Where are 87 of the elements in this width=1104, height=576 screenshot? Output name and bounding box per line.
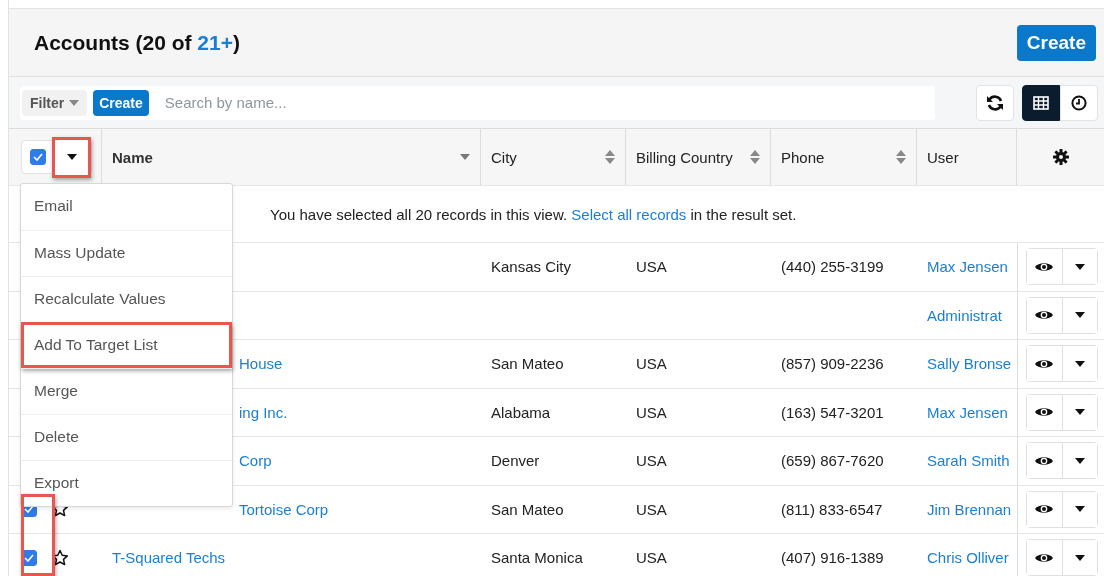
table-cell: (857) 909-2236	[781, 355, 884, 373]
refresh-button[interactable]	[976, 84, 1014, 121]
caret-icon	[1074, 457, 1085, 464]
table-cell: (659) 867-7620	[781, 452, 884, 470]
row-actions-button[interactable]	[1061, 394, 1097, 430]
table-cell: (440) 255-3199	[781, 258, 884, 276]
table-cell: (407) 916-1389	[781, 549, 884, 567]
checkmark-icon	[33, 153, 43, 161]
column-header[interactable]: Phone	[781, 148, 825, 166]
caret-icon	[1074, 506, 1085, 513]
caret-icon	[1074, 554, 1085, 561]
account-link[interactable]: Tortoise Corp	[239, 500, 329, 518]
bulk-actions-button[interactable]	[52, 136, 91, 178]
table-cell: USA	[636, 403, 667, 421]
user-link[interactable]: Max Jensen	[927, 258, 1008, 276]
filter-button[interactable]: Filter	[22, 89, 88, 116]
menu-item[interactable]: Recalculate Values	[21, 276, 232, 322]
table-cell: San Mateo	[491, 500, 564, 518]
account-link[interactable]: T-Squared Techs	[112, 549, 226, 567]
select-all-checkbox[interactable]	[30, 149, 46, 165]
table-cell: Alabama	[491, 403, 551, 421]
eye-icon	[1034, 309, 1054, 322]
eye-icon	[1034, 551, 1054, 564]
menu-item[interactable]: Export	[21, 460, 232, 506]
page-title: Accounts (20 of 21+)	[34, 30, 240, 55]
table-cell: USA	[636, 258, 667, 276]
menu-item[interactable]: Delete	[21, 414, 232, 460]
refresh-icon	[986, 93, 1004, 112]
column-header[interactable]: User	[927, 148, 959, 166]
column-header[interactable]: Billing Country	[636, 148, 733, 166]
table-cell: Kansas City	[491, 258, 572, 276]
user-link[interactable]: Sally Bronse	[927, 355, 1012, 373]
account-link[interactable]: House	[239, 355, 283, 373]
count-link[interactable]: 21+	[197, 30, 233, 54]
eye-icon	[1034, 260, 1054, 273]
user-link[interactable]: Max Jensen	[927, 403, 1008, 421]
row-actions-button[interactable]	[1061, 297, 1097, 333]
create-button[interactable]: Create	[1016, 24, 1096, 61]
search-bar[interactable]: Filter Create Search by name...	[20, 85, 935, 120]
menu-item[interactable]: Mass Update	[21, 230, 232, 276]
table-cell: USA	[636, 452, 667, 470]
sort-icon[interactable]	[460, 154, 470, 160]
caret-icon	[66, 154, 77, 160]
user-link[interactable]: Administrat	[927, 306, 1003, 324]
create-button[interactable]: Create	[93, 89, 149, 116]
caret-icon	[1074, 409, 1085, 416]
eye-icon	[1034, 406, 1054, 419]
settings-icon[interactable]	[1053, 149, 1069, 165]
account-link[interactable]: ing Inc.	[239, 403, 288, 421]
user-link[interactable]: Jim Brennan	[927, 500, 1012, 518]
caret-icon	[69, 99, 80, 106]
row-actions-button[interactable]	[1061, 346, 1097, 382]
sort-icon[interactable]	[750, 150, 760, 164]
menu-item[interactable]: Email	[21, 184, 232, 230]
selection-notice: You have selected all 20 records in this view. Select all records in the result set.	[270, 205, 797, 223]
eye-icon	[1034, 357, 1054, 370]
table-icon	[1033, 95, 1049, 110]
view-toggle[interactable]	[1022, 84, 1060, 121]
caret-icon	[1074, 312, 1085, 319]
user-link[interactable]: Chris Olliver	[927, 549, 1009, 567]
account-link[interactable]: Corp	[239, 452, 272, 470]
column-header[interactable]: City	[491, 148, 517, 166]
select-all-link[interactable]: Select all records	[571, 205, 687, 223]
sort-icon[interactable]	[896, 150, 906, 164]
table-cell: (811) 833-6547	[781, 500, 883, 518]
user-link[interactable]: Sarah Smith	[927, 452, 1010, 470]
checkmark-icon	[24, 553, 34, 562]
row-actions-button[interactable]	[1061, 540, 1097, 576]
caret-icon	[1074, 263, 1085, 270]
table-cell: USA	[636, 500, 667, 518]
menu-item[interactable]: Add To Target List	[21, 322, 232, 368]
table-cell: (163) 547-3201	[781, 403, 884, 421]
eye-icon	[1034, 503, 1054, 516]
caret-icon	[1074, 360, 1085, 367]
table-cell: San Mateo	[491, 355, 564, 373]
menu-item[interactable]: Merge	[21, 368, 232, 414]
clock-icon	[1071, 94, 1087, 111]
table-cell: Santa Monica	[491, 549, 583, 567]
table-cell: USA	[636, 355, 667, 373]
row-actions-button[interactable]	[1061, 491, 1097, 527]
sort-icon[interactable]	[605, 150, 615, 164]
column-header[interactable]: Name	[112, 148, 153, 166]
eye-icon	[1034, 454, 1054, 467]
row-actions-button[interactable]	[1061, 443, 1097, 479]
table-cell: Denver	[491, 452, 540, 470]
row-actions-button[interactable]	[1061, 249, 1097, 285]
table-cell: USA	[636, 549, 667, 567]
